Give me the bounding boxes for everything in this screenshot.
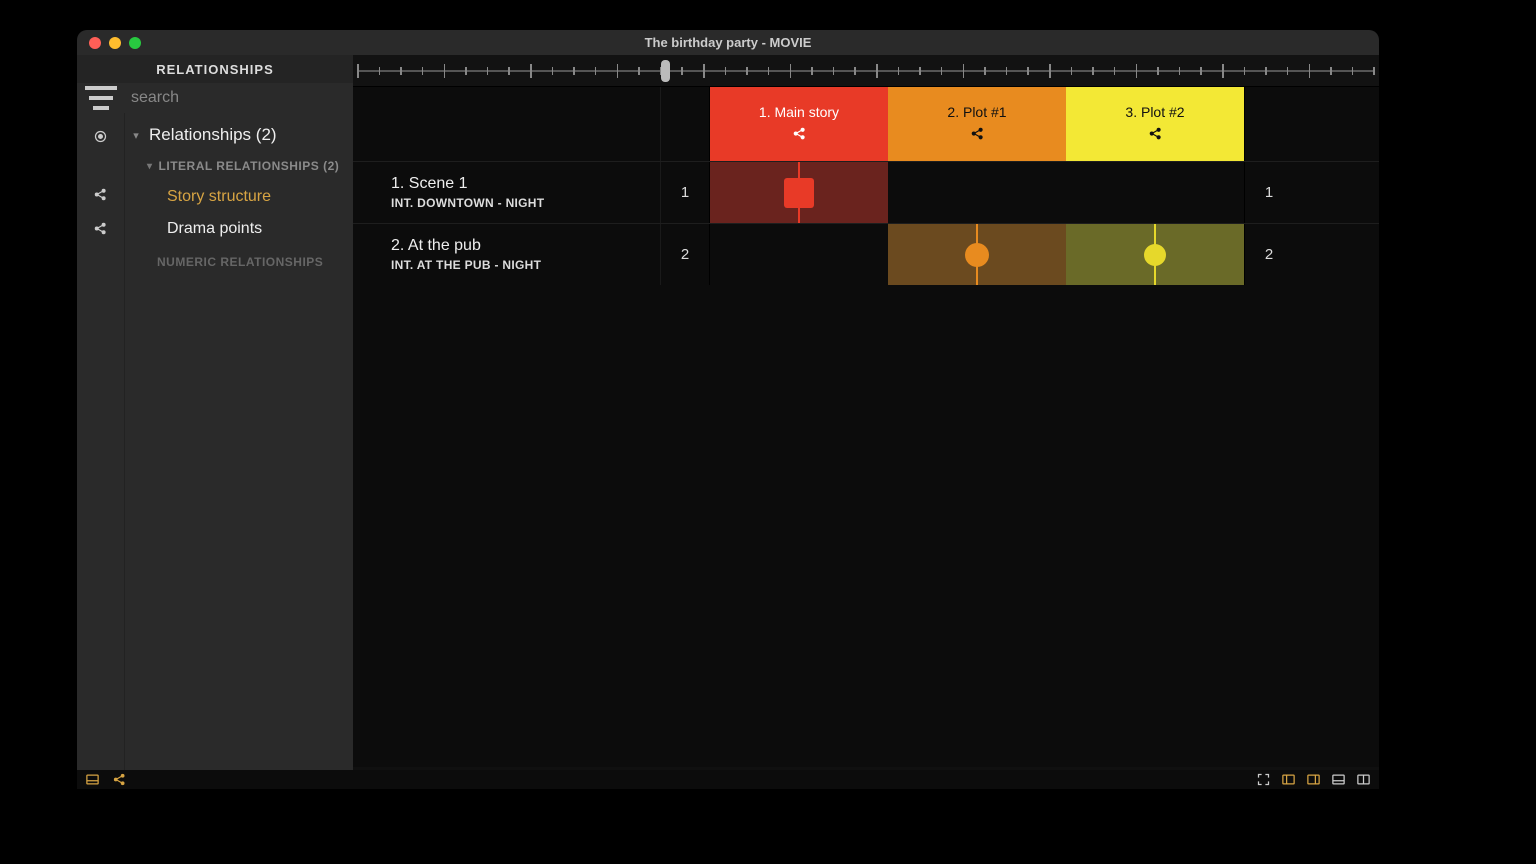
scene-number-right: 1: [1244, 162, 1293, 223]
ruler-ticks: [357, 64, 1375, 78]
main-panel: 1. Main story 2. Plot #1 3. Plot #2: [353, 55, 1379, 789]
scene-number-right: 2: [1244, 224, 1293, 285]
relationship-grid: 1. Main story 2. Plot #1 3. Plot #2: [353, 87, 1379, 767]
share-icon[interactable]: [77, 211, 124, 245]
plot-cell[interactable]: [888, 224, 1066, 285]
tree-item-label: Drama points: [167, 220, 262, 237]
plot-marker-square[interactable]: [784, 178, 814, 208]
scene-row[interactable]: 1. Scene 1 INT. DOWNTOWN - NIGHT 1 1: [353, 161, 1379, 223]
titlebar: The birthday party - MOVIE: [77, 30, 1379, 55]
window-title: The birthday party - MOVIE: [77, 35, 1379, 50]
scene-number-left: 1: [661, 162, 710, 223]
plot-header-label: 2. Plot #1: [947, 104, 1006, 120]
plot-cell[interactable]: [888, 162, 1066, 223]
panel-bottom-icon[interactable]: [85, 772, 100, 787]
share-icon[interactable]: [112, 772, 127, 787]
scene-info[interactable]: 2. At the pub INT. AT THE PUB - NIGHT: [353, 224, 661, 285]
zoom-icon[interactable]: [129, 37, 141, 49]
close-icon[interactable]: [89, 37, 101, 49]
sidebar-icon-column: [77, 113, 125, 789]
plot-marker-circle[interactable]: [1144, 244, 1166, 266]
timeline-ruler[interactable]: [353, 55, 1379, 87]
tree-group-numeric[interactable]: NUMERIC RELATIONSHIPS: [125, 245, 351, 277]
chevron-down-icon: ▾: [129, 129, 143, 142]
scene-row[interactable]: 2. At the pub INT. AT THE PUB - NIGHT 2 …: [353, 223, 1379, 285]
app-window: The birthday party - MOVIE RELATIONSHIPS: [77, 30, 1379, 789]
tree-group-label: LITERAL RELATIONSHIPS (2): [159, 159, 340, 173]
search-input[interactable]: [125, 89, 353, 107]
window-controls: [89, 37, 141, 49]
num-header-left: [661, 87, 710, 161]
share-icon: [1148, 126, 1163, 144]
share-icon[interactable]: [77, 177, 124, 211]
tree-group-label: NUMERIC RELATIONSHIPS: [157, 255, 323, 269]
plot-header-label: 3. Plot #2: [1125, 104, 1184, 120]
scene-info[interactable]: 1. Scene 1 INT. DOWNTOWN - NIGHT: [353, 162, 661, 223]
plot-header-main-story[interactable]: 1. Main story: [710, 87, 888, 161]
tree-item-drama-points[interactable]: Drama points: [125, 213, 351, 245]
chevron-down-icon: ▾: [147, 161, 153, 172]
plot-cell[interactable]: [710, 224, 888, 285]
panel-bottom-icon[interactable]: [1331, 772, 1346, 787]
panel-right-icon[interactable]: [1306, 772, 1321, 787]
panel-split-icon[interactable]: [1356, 772, 1371, 787]
plot-header-plot-2[interactable]: 3. Plot #2: [1066, 87, 1244, 161]
scene-slugline: INT. AT THE PUB - NIGHT: [391, 258, 648, 272]
plot-cell[interactable]: [1066, 162, 1244, 223]
sidebar-search-row: [77, 83, 353, 113]
minimize-icon[interactable]: [109, 37, 121, 49]
plot-header-plot-1[interactable]: 2. Plot #1: [888, 87, 1066, 161]
tree-item-story-structure[interactable]: Story structure: [125, 181, 351, 213]
status-bar: [77, 770, 1379, 789]
plot-header-label: 1. Main story: [759, 104, 839, 120]
ruler-handle[interactable]: [661, 60, 670, 82]
sidebar-tree: ▾ Relationships (2) ▾ LITERAL RELATIONSH…: [125, 113, 353, 789]
scene-slugline: INT. DOWNTOWN - NIGHT: [391, 196, 648, 210]
target-icon[interactable]: [77, 119, 124, 153]
tree-group-literal[interactable]: ▾ LITERAL RELATIONSHIPS (2): [125, 151, 351, 181]
tree-root-label: Relationships (2): [149, 125, 277, 145]
scene-header-blank: [353, 87, 661, 161]
scene-number-left: 2: [661, 224, 710, 285]
plot-cell[interactable]: [710, 162, 888, 223]
share-icon: [970, 126, 985, 144]
panel-left-icon[interactable]: [1281, 772, 1296, 787]
menu-icon[interactable]: [77, 74, 125, 122]
plot-marker-circle[interactable]: [965, 243, 989, 267]
tree-root-relationships[interactable]: ▾ Relationships (2): [125, 119, 351, 151]
plot-cell[interactable]: [1066, 224, 1244, 285]
num-header-right: [1244, 87, 1293, 161]
share-icon: [792, 126, 807, 144]
tree-item-label: Story structure: [167, 188, 271, 205]
grid-column-headers: 1. Main story 2. Plot #1 3. Plot #2: [353, 87, 1379, 161]
sidebar: RELATIONSHIPS: [77, 55, 353, 789]
scene-title: 1. Scene 1: [391, 175, 648, 193]
scene-title: 2. At the pub: [391, 237, 648, 255]
fullscreen-icon[interactable]: [1256, 772, 1271, 787]
